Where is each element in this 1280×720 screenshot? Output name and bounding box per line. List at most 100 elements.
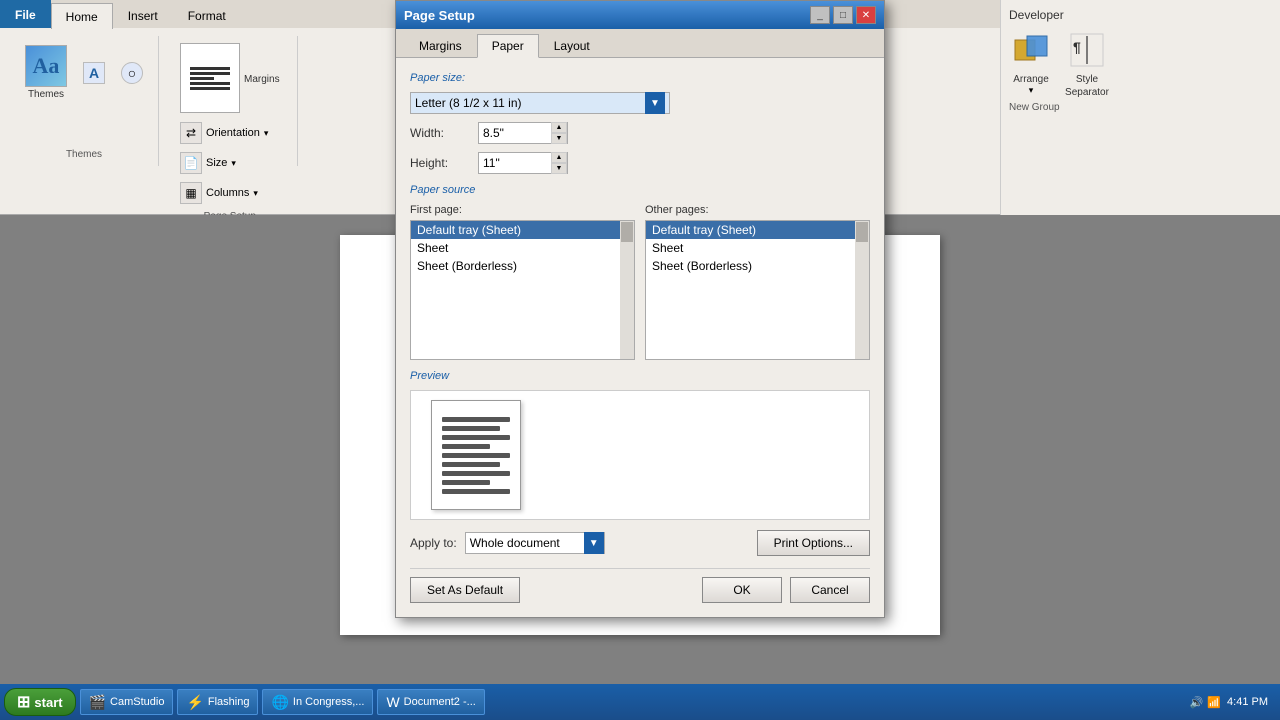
dialog-close-button[interactable]: ✕ <box>856 6 876 24</box>
clock: 4:41 PM <box>1227 696 1268 708</box>
width-up-arrow[interactable]: ▲ <box>551 122 567 133</box>
list-item[interactable]: Sheet <box>646 239 869 257</box>
tab-insert[interactable]: Insert <box>113 2 173 28</box>
font-color-button[interactable]: A <box>78 59 110 87</box>
action-row: Set As Default OK Cancel <box>410 568 870 603</box>
taskbar: ⊞ start 🎬 CamStudio ⚡ Flashing 🌐 In Cong… <box>0 684 1280 720</box>
page-setup-group: Margins ⇄ Orientation ▾ 📄 Size ▾ <box>163 36 298 166</box>
themes-group: Aa Themes A ○ Themes <box>10 36 159 166</box>
paper-source-section: Paper source First page: Default tray (S… <box>410 184 870 360</box>
new-group-label: New Group <box>1009 102 1272 113</box>
arrange-icon <box>1009 28 1053 72</box>
style-separator-button[interactable]: ¶ Style Separator <box>1065 28 1109 98</box>
style-separator-icon: ¶ <box>1065 28 1109 72</box>
list-item[interactable]: Sheet (Borderless) <box>411 257 634 275</box>
dialog-minimize-button[interactable]: _ <box>810 6 830 24</box>
taskbar-camstudio[interactable]: 🎬 CamStudio <box>80 689 174 715</box>
preview-page <box>431 400 521 510</box>
dialog-controls: _ □ ✕ <box>810 6 876 24</box>
margins-button[interactable]: Margins <box>175 40 285 116</box>
orientation-arrow: ▾ <box>264 128 269 139</box>
start-button[interactable]: ⊞ start <box>4 688 76 716</box>
paper-size-arrow[interactable]: ▼ <box>645 92 665 114</box>
circle-button[interactable]: ○ <box>116 59 148 87</box>
footer-row: Apply to: Whole document ▼ Print Options… <box>410 530 870 556</box>
columns-button[interactable]: ▦ Columns ▾ <box>175 179 273 207</box>
apply-to-select[interactable]: Whole document ▼ <box>465 532 605 554</box>
height-down-arrow[interactable]: ▼ <box>551 163 567 174</box>
dialog-body: Paper size: Letter (8 1/2 x 11 in) ▼ Wid… <box>396 58 884 617</box>
first-page-scrollbar[interactable] <box>620 221 634 359</box>
width-input[interactable]: 8.5" ▲ ▼ <box>478 122 568 144</box>
other-pages-column: Other pages: Default tray (Sheet) Sheet … <box>645 204 870 360</box>
height-input[interactable]: 11" ▲ ▼ <box>478 152 568 174</box>
font-a-icon: A <box>83 62 105 84</box>
columns-icon: ▦ <box>180 182 202 204</box>
tray-icon-2: 📶 <box>1207 696 1221 709</box>
flashing-icon: ⚡ <box>186 694 203 711</box>
paper-source-label: Paper source <box>410 184 870 196</box>
other-pages-scrollbar[interactable] <box>855 221 869 359</box>
themes-icon: Aa <box>25 45 67 87</box>
paper-size-label: Paper size: <box>410 72 870 84</box>
tab-file[interactable]: File <box>0 0 51 28</box>
preview-box <box>410 390 870 520</box>
size-arrow: ▾ <box>231 158 236 169</box>
dialog-title: Page Setup <box>404 8 475 23</box>
dialog-titlebar: Page Setup _ □ ✕ <box>396 1 884 29</box>
columns-arrow: ▾ <box>253 188 258 199</box>
height-up-arrow[interactable]: ▲ <box>551 152 567 163</box>
developer-section: Developer Arrange ▾ ¶ <box>1000 0 1280 215</box>
scrollbar-thumb <box>621 222 633 242</box>
tab-home[interactable]: Home <box>51 3 113 29</box>
taskbar-flashing[interactable]: ⚡ Flashing <box>177 689 258 715</box>
ok-button[interactable]: OK <box>702 577 782 603</box>
start-icon: ⊞ <box>17 692 30 712</box>
apply-to-arrow[interactable]: ▼ <box>584 532 604 554</box>
page-setup-content: Margins ⇄ Orientation ▾ 📄 Size ▾ <box>175 40 285 207</box>
first-page-column: First page: Default tray (Sheet) Sheet S… <box>410 204 635 360</box>
page-setup-dialog: Page Setup _ □ ✕ Margins Paper Layout Pa… <box>395 0 885 618</box>
columns-label: Columns <box>206 187 249 199</box>
size-button[interactable]: 📄 Size ▾ <box>175 149 273 177</box>
orientation-icon: ⇄ <box>180 122 202 144</box>
themes-label: Themes <box>28 89 64 100</box>
list-item[interactable]: Default tray (Sheet) <box>411 221 634 239</box>
cancel-button[interactable]: Cancel <box>790 577 870 603</box>
list-item[interactable]: Default tray (Sheet) <box>646 221 869 239</box>
first-page-label: First page: <box>410 204 635 216</box>
taskbar-right: 🔊 📶 4:41 PM <box>1190 696 1276 709</box>
other-pages-label: Other pages: <box>645 204 870 216</box>
preview-section: Preview <box>410 370 870 520</box>
tab-margins[interactable]: Margins <box>404 33 477 57</box>
set-as-default-button[interactable]: Set As Default <box>410 577 520 603</box>
orientation-button[interactable]: ⇄ Orientation ▾ <box>175 119 273 147</box>
developer-label: Developer <box>1009 8 1272 22</box>
preview-label: Preview <box>410 370 870 382</box>
paper-size-select[interactable]: Letter (8 1/2 x 11 in) ▼ <box>410 92 670 114</box>
taskbar-word[interactable]: W Document2 -... <box>377 689 484 715</box>
themes-button[interactable]: Aa Themes <box>20 42 72 103</box>
system-tray: 🔊 📶 <box>1190 696 1221 709</box>
list-item[interactable]: Sheet (Borderless) <box>646 257 869 275</box>
taskbar-congress[interactable]: 🌐 In Congress,... <box>262 689 373 715</box>
dialog-tabs: Margins Paper Layout <box>396 29 884 58</box>
apply-to-label: Apply to: <box>410 536 457 550</box>
size-label: Size <box>206 157 227 169</box>
tray-icon-1: 🔊 <box>1190 696 1204 709</box>
arrange-arrow: ▾ <box>1029 85 1034 96</box>
print-options-button[interactable]: Print Options... <box>757 530 870 556</box>
dialog-maximize-button[interactable]: □ <box>833 6 853 24</box>
tab-paper[interactable]: Paper <box>477 34 539 58</box>
tab-format[interactable]: Format <box>173 2 241 28</box>
style-separator-label2: Separator <box>1065 87 1109 98</box>
camstudio-icon: 🎬 <box>89 694 106 711</box>
tab-layout[interactable]: Layout <box>539 33 605 57</box>
width-down-arrow[interactable]: ▼ <box>551 133 567 144</box>
list-item[interactable]: Sheet <box>411 239 634 257</box>
themes-group-content: Aa Themes A ○ <box>20 42 148 103</box>
arrange-button[interactable]: Arrange ▾ <box>1009 28 1053 96</box>
scrollbar-thumb <box>856 222 868 242</box>
paper-size-row: Letter (8 1/2 x 11 in) ▼ <box>410 92 870 114</box>
browser-icon: 🌐 <box>271 694 288 711</box>
